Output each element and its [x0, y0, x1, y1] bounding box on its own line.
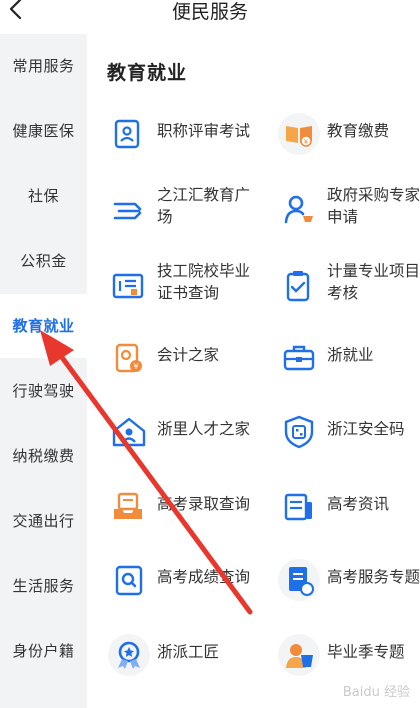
service-zhe-jiuye[interactable]: 浙就业 [277, 330, 420, 386]
service-gaokao-news[interactable]: 高考资讯 [277, 479, 420, 535]
service-label: 高考资讯 [327, 495, 390, 513]
service-gaokao-topic[interactable]: 高考服务专题 [277, 552, 420, 608]
service-label: 高考服务专题 [327, 568, 420, 586]
service-label: 之江汇教育广 场 [157, 186, 251, 226]
svg-text:¥: ¥ [133, 362, 138, 371]
house-person-icon [112, 417, 146, 447]
service-title-exam[interactable]: 职称评审考试 [107, 106, 277, 162]
sidebar-item-identity[interactable]: 身份户籍 [0, 619, 87, 683]
sidebar-item-transport[interactable]: 交通出行 [0, 489, 87, 553]
book-payment-icon: ¥ [278, 113, 320, 155]
service-procurement-expert[interactable]: 政府采购专家 申请 [277, 182, 420, 238]
category-sidebar: 常用服务 健康医保 社保 公积金 教育就业 行驶驾驶 纳税缴费 交通出行 生活服… [0, 34, 87, 708]
service-score-query[interactable]: 高考成绩查询 [107, 552, 277, 608]
accountant-badge-icon: ¥ [115, 343, 142, 373]
id-card-icon [114, 119, 140, 149]
wave-lines-icon [113, 202, 142, 220]
service-label: 会计之家 [157, 346, 220, 364]
sidebar-item-social-security[interactable]: 社保 [0, 164, 87, 228]
service-metrology-exam[interactable]: 计量专业项目 考核 [277, 258, 420, 314]
search-document-icon [115, 565, 143, 596]
clipboard-check-icon [286, 271, 310, 302]
sidebar-item-health-insurance[interactable]: 健康医保 [0, 99, 87, 163]
news-document-icon [284, 493, 312, 521]
sidebar-item-life-services[interactable]: 生活服务 [0, 554, 87, 618]
admission-tray-icon [114, 492, 142, 519]
service-label: 技工院校毕业 证书查询 [157, 262, 251, 302]
service-safety-code[interactable]: 浙江安全码 [277, 404, 420, 460]
sidebar-item-driving[interactable]: 行驶驾驶 [0, 359, 87, 423]
sidebar-item-tax-payment[interactable]: 纳税缴费 [0, 424, 87, 488]
service-graduation-topic[interactable]: 毕业季专题 [277, 627, 420, 683]
svg-text:¥: ¥ [304, 138, 309, 146]
service-accounting-home[interactable]: ¥ 会计之家 [107, 330, 277, 386]
sidebar-item-housing-fund[interactable]: 公积金 [0, 229, 87, 293]
service-talent-home[interactable]: 浙里人才之家 [107, 404, 277, 460]
service-label: 计量专业项目 考核 [327, 262, 420, 302]
service-label: 高考录取查询 [157, 495, 251, 513]
service-zhepai-craftsman[interactable]: 浙派工匠 [107, 627, 277, 683]
shield-code-icon [284, 415, 314, 449]
topic-document-icon [278, 559, 320, 601]
page-title: 便民服务 [171, 1, 248, 23]
briefcase-icon [283, 345, 315, 371]
service-label: 教育缴费 [327, 122, 390, 140]
watermark: Baidu 经验 [342, 685, 410, 700]
service-panel: 教育就业 职称评审考试 ¥ 教育缴费 之江汇教育广 场 政府采购专家 申请 技工… [87, 34, 420, 708]
sidebar-item-common[interactable]: 常用服务 [0, 34, 87, 98]
service-label: 浙江安全码 [327, 420, 405, 438]
service-label: 浙就业 [327, 346, 374, 364]
person-cart-icon [284, 195, 313, 224]
sidebar-item-education-employment[interactable]: 教育就业 [0, 294, 87, 358]
service-admission-query[interactable]: 高考录取查询 [107, 479, 277, 535]
service-label: 高考成绩查询 [157, 568, 251, 586]
service-label: 浙里人才之家 [157, 420, 251, 438]
medal-icon [108, 634, 150, 676]
service-label: 职称评审考试 [157, 122, 251, 140]
service-label: 浙派工匠 [157, 643, 220, 661]
service-technical-certificate[interactable]: 技工院校毕业 证书查询 [107, 258, 277, 314]
service-label: 政府采购专家 申请 [327, 186, 420, 226]
certificate-icon [112, 273, 144, 299]
service-label: 毕业季专题 [327, 643, 405, 661]
graduate-icon [278, 634, 320, 676]
header-bar: 便民服务 [0, 0, 420, 34]
section-title: 教育就业 [107, 62, 188, 84]
service-zhijianghui[interactable]: 之江汇教育广 场 [107, 182, 277, 238]
service-education-fee[interactable]: ¥ 教育缴费 [277, 106, 420, 162]
